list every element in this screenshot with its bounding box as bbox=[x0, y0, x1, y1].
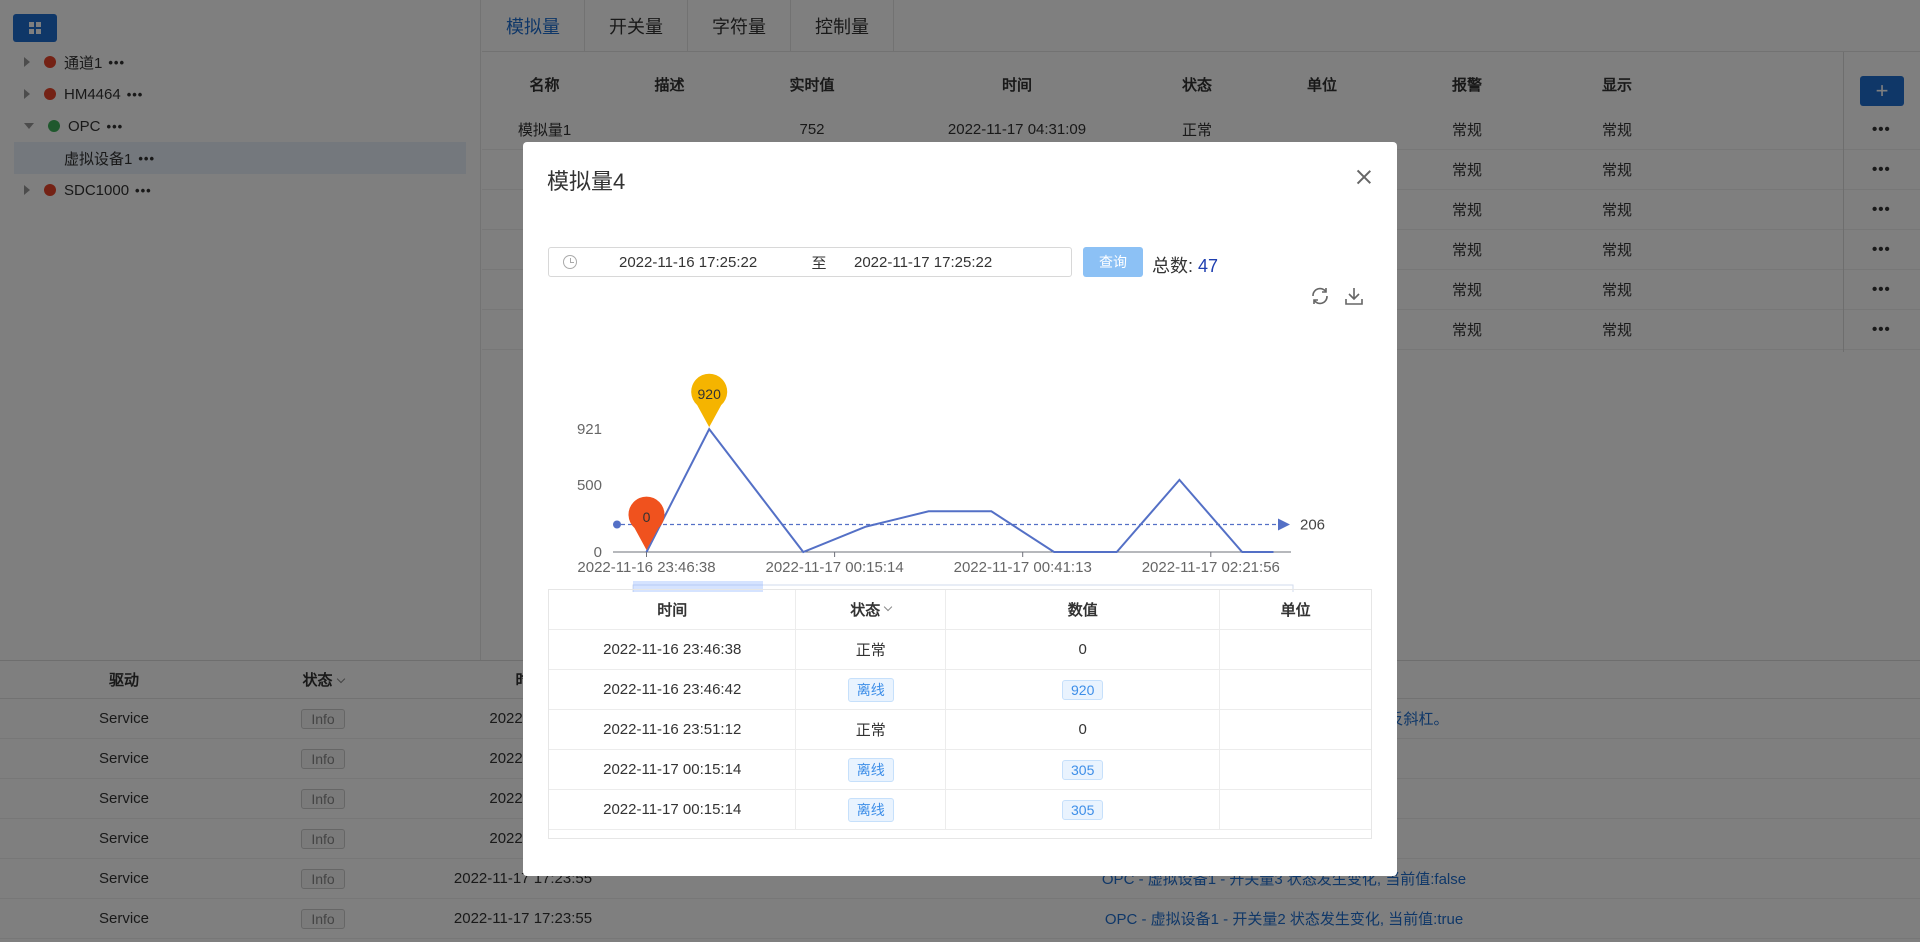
y-tick-label: 500 bbox=[577, 477, 602, 494]
history-time: 2022-11-17 00:15:14 bbox=[549, 789, 797, 830]
range-start-input[interactable]: 2022-11-16 17:25:22 bbox=[619, 254, 789, 271]
history-unit bbox=[1220, 750, 1371, 790]
history-table: 时间 状态 数值 单位 2022-11-16 23:46:38 正常 0 2022-1… bbox=[548, 589, 1372, 839]
table-row: 2022-11-16 23:51:12 正常 0 bbox=[549, 709, 1371, 750]
history-status: 正常 bbox=[796, 709, 947, 750]
history-table-header: 时间 状态 数值 单位 bbox=[549, 590, 1371, 630]
col-status-label: 状态 bbox=[850, 602, 881, 619]
history-line-chart[interactable]: 0 500 921 2022-11-16 23:46:38 2022-11-17 00:… bbox=[523, 292, 1397, 592]
history-time: 2022-11-16 23:46:38 bbox=[549, 629, 797, 670]
value-badge: 920 bbox=[1062, 679, 1104, 700]
status-badge: 离线 bbox=[847, 797, 894, 822]
clock-icon bbox=[563, 255, 577, 269]
table-row: 2022-11-16 23:46:38 正常 0 bbox=[549, 629, 1371, 670]
close-icon[interactable] bbox=[1355, 168, 1373, 186]
history-status: 离线 bbox=[796, 789, 947, 830]
history-dialog: 模拟量4 2022-11-16 17:25:22 至 2022-11-17 17… bbox=[523, 142, 1397, 876]
query-button[interactable]: 查询 bbox=[1083, 247, 1143, 277]
total-value: 47 bbox=[1198, 256, 1219, 276]
markline-arrow bbox=[1278, 518, 1290, 531]
table-row: 2022-11-17 00:15:14 离线 305 bbox=[549, 789, 1371, 830]
markline-start bbox=[613, 520, 621, 529]
history-time: 2022-11-16 23:46:42 bbox=[549, 669, 797, 710]
dialog-title: 模拟量4 bbox=[547, 169, 626, 194]
history-status: 离线 bbox=[796, 669, 947, 710]
history-unit bbox=[1220, 790, 1371, 830]
history-unit bbox=[1220, 670, 1371, 710]
history-time: 2022-11-16 23:51:12 bbox=[549, 709, 797, 750]
table-row: 2022-11-17 00:15:14 离线 305 bbox=[549, 749, 1371, 790]
col-time: 时间 bbox=[549, 590, 797, 630]
history-value: 305 bbox=[946, 749, 1221, 790]
status-badge: 离线 bbox=[847, 677, 894, 702]
history-status: 离线 bbox=[796, 749, 947, 790]
mark-line-label: 206 bbox=[1300, 516, 1325, 533]
range-end-input[interactable]: 2022-11-17 17:25:22 bbox=[854, 254, 1034, 271]
value-badge: 305 bbox=[1062, 799, 1104, 820]
date-range-picker[interactable]: 2022-11-16 17:25:22 至 2022-11-17 17:25:2… bbox=[548, 247, 1072, 277]
y-tick-label: 921 bbox=[577, 421, 602, 438]
history-status: 正常 bbox=[796, 629, 947, 670]
col-unit: 单位 bbox=[1280, 602, 1311, 619]
mark-point-label: 0 bbox=[643, 509, 651, 525]
history-table-body: 2022-11-16 23:46:38 正常 0 2022-11-16 23:46:4… bbox=[549, 629, 1371, 830]
sort-icon bbox=[883, 602, 893, 611]
x-tick-label: 2022-11-17 00:15:14 bbox=[766, 559, 904, 576]
history-unit bbox=[1220, 630, 1371, 670]
x-tick-label: 2022-11-16 23:46:38 bbox=[577, 559, 715, 576]
table-row: 2022-11-16 23:46:42 离线 920 bbox=[549, 669, 1371, 710]
mark-point-label: 920 bbox=[698, 386, 722, 402]
col-status[interactable]: 状态 bbox=[796, 590, 947, 630]
total-label: 总数: bbox=[1152, 256, 1194, 276]
history-value: 920 bbox=[946, 669, 1221, 710]
value-badge: 305 bbox=[1062, 759, 1104, 780]
history-time: 2022-11-17 00:15:14 bbox=[549, 749, 797, 790]
status-badge: 离线 bbox=[847, 757, 894, 782]
x-tick-label: 2022-11-17 00:41:13 bbox=[954, 559, 1092, 576]
range-separator: 至 bbox=[811, 254, 827, 272]
x-tick-label: 2022-11-17 02:21:56 bbox=[1142, 559, 1280, 576]
total-count: 总数: 47 bbox=[1152, 252, 1218, 278]
history-value: 305 bbox=[946, 789, 1221, 830]
series-line bbox=[645, 427, 1274, 554]
history-value: 0 bbox=[946, 709, 1221, 750]
col-value: 数值 bbox=[946, 590, 1221, 630]
history-unit bbox=[1220, 710, 1371, 750]
history-value: 0 bbox=[946, 629, 1221, 670]
